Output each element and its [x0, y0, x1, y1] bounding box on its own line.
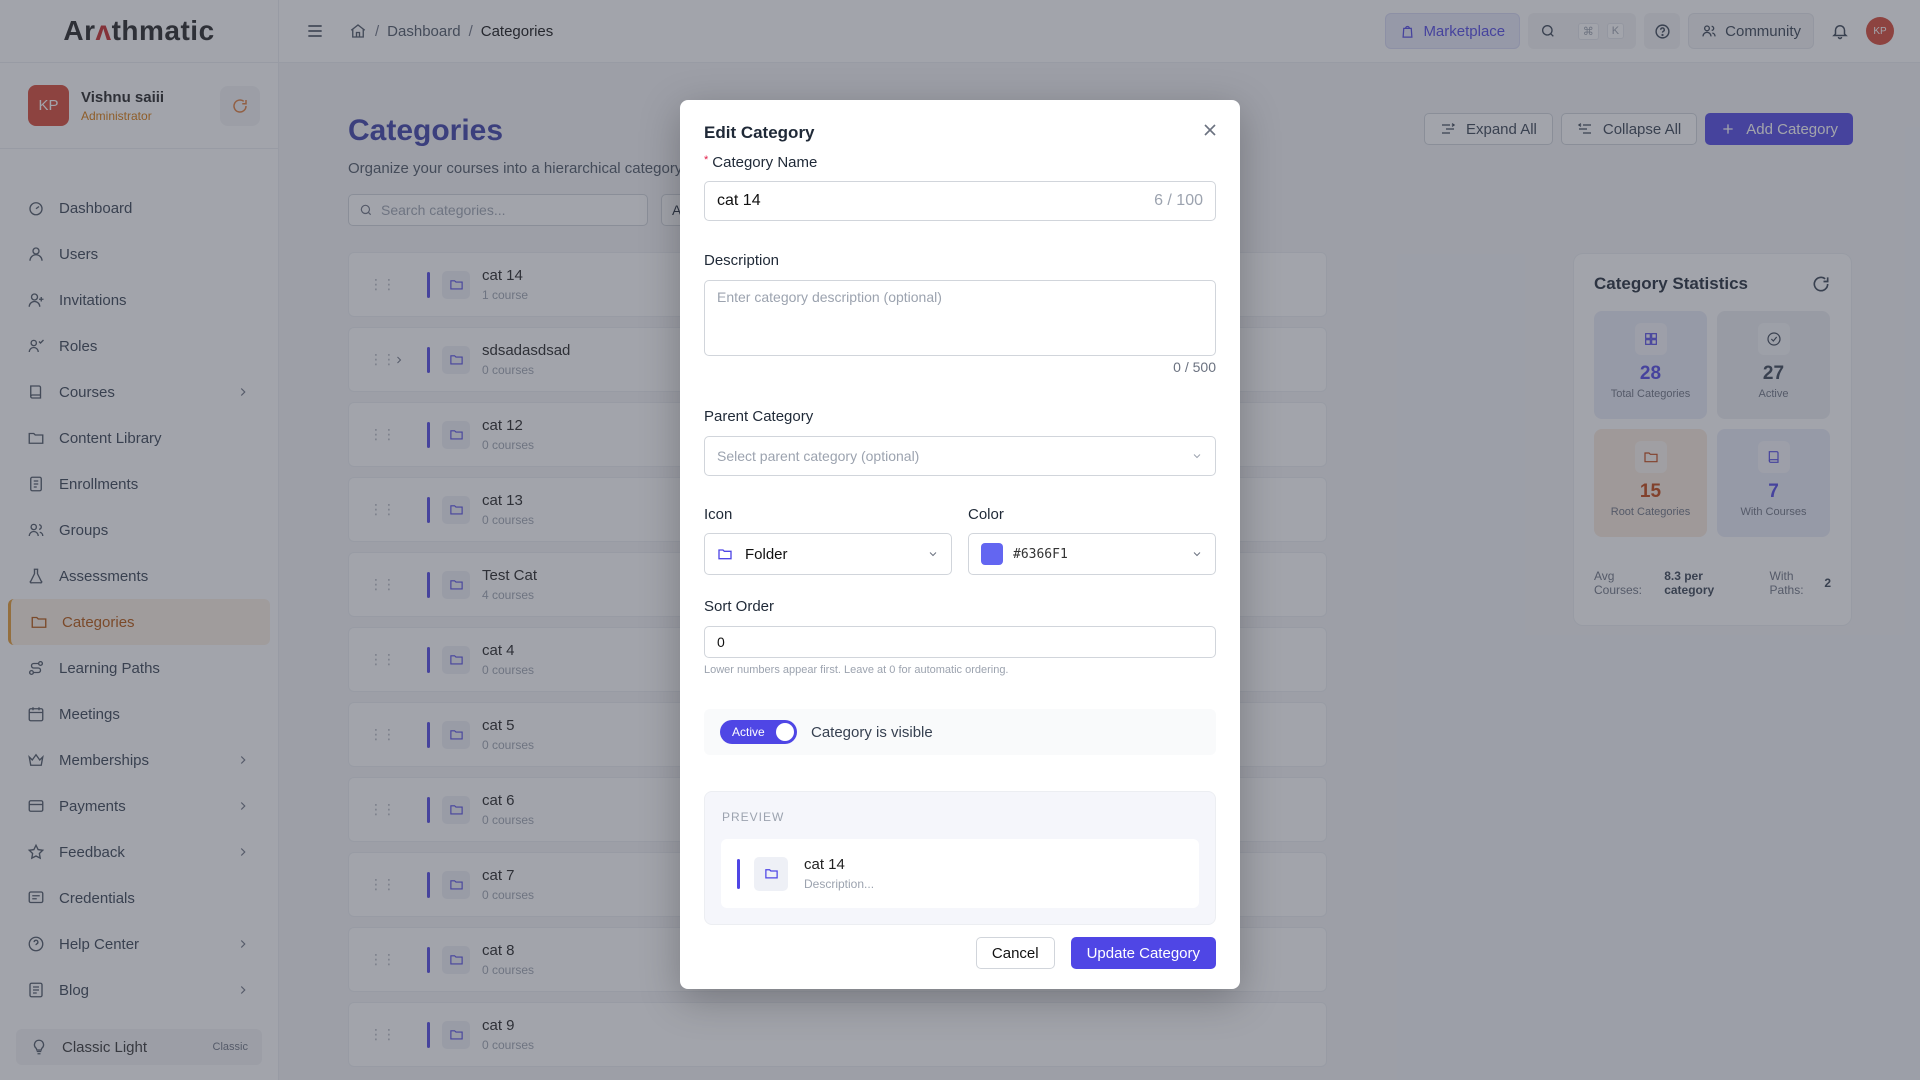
- preview-description: Description...: [804, 877, 875, 891]
- color-select-value: #6366F1: [1013, 546, 1068, 562]
- category-name-label-text: Category Name: [712, 154, 818, 171]
- category-name-counter: 6 / 100: [1154, 192, 1203, 209]
- parent-category-placeholder: Select parent category (optional): [717, 448, 920, 464]
- required-marker: *: [704, 154, 709, 166]
- preview-card: cat 14 Description...: [721, 839, 1199, 908]
- chevron-down-icon: [929, 552, 937, 557]
- visibility-text: Category is visible: [811, 723, 933, 741]
- chevron-down-icon: [1193, 454, 1201, 459]
- edit-category-dialog: Edit Category * Category Name cat 14 6 / …: [680, 100, 1240, 989]
- close-icon[interactable]: [1200, 120, 1220, 140]
- dialog-title: Edit Category: [704, 123, 815, 142]
- icon-select[interactable]: Folder: [704, 533, 952, 575]
- color-label: Color: [968, 506, 1004, 523]
- folder-icon: [764, 869, 778, 879]
- sort-order-help: Lower numbers appear first. Leave at 0 f…: [704, 664, 1009, 676]
- preview-name: cat 14: [804, 856, 845, 873]
- category-name-input[interactable]: cat 14 6 / 100: [704, 181, 1216, 221]
- description-label: Description: [704, 252, 780, 269]
- active-toggle-label: Active: [732, 725, 765, 739]
- parent-category-label: Parent Category: [704, 408, 814, 425]
- category-name-label: * Category Name: [704, 154, 817, 171]
- color-swatch: [981, 543, 1003, 565]
- update-category-button[interactable]: Update Category: [1070, 937, 1216, 969]
- icon-select-value: Folder: [745, 545, 788, 563]
- preview-color-bar: [737, 858, 740, 889]
- chevron-down-icon: [1193, 552, 1201, 557]
- description-textarea[interactable]: Enter category description (optional): [704, 280, 1216, 356]
- preview-label: PREVIEW: [722, 810, 785, 824]
- preview-icon-box: [754, 856, 788, 891]
- sort-order-input[interactable]: 0: [704, 626, 1216, 658]
- parent-category-select[interactable]: Select parent category (optional): [704, 436, 1216, 476]
- active-toggle-row: Active Category is visible: [704, 709, 1216, 755]
- active-toggle[interactable]: Active: [720, 720, 797, 744]
- icon-label: Icon: [704, 506, 733, 523]
- cancel-button[interactable]: Cancel: [975, 937, 1055, 969]
- description-counter: 0 / 500: [1173, 359, 1216, 375]
- toggle-knob: [776, 723, 794, 741]
- sort-order-value: 0: [717, 634, 725, 650]
- category-name-value: cat 14: [717, 192, 761, 209]
- sort-order-label: Sort Order: [704, 598, 775, 615]
- folder-icon: [718, 549, 732, 560]
- color-select[interactable]: #6366F1: [968, 533, 1216, 575]
- category-preview: PREVIEW cat 14 Description...: [704, 791, 1216, 925]
